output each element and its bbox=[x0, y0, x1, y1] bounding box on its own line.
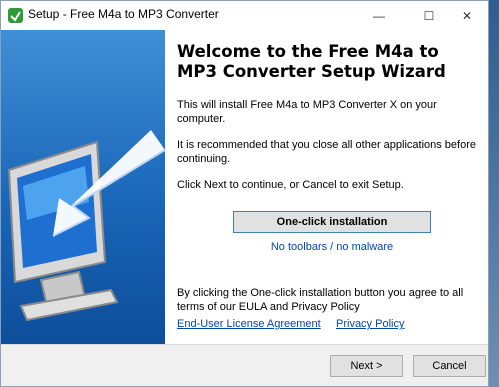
monitor-arrow-illustration bbox=[7, 130, 165, 322]
close-button[interactable]: ✕ bbox=[444, 1, 490, 30]
wizard-sidebar bbox=[1, 30, 165, 344]
one-click-install-button[interactable]: One-click installation bbox=[233, 211, 431, 233]
agreement-text: By clicking the One-click installation b… bbox=[177, 287, 464, 313]
setup-window: Setup - Free M4a to MP3 Converter — ☐ ✕ … bbox=[0, 0, 489, 387]
intro-text: This will install Free M4a to MP3 Conver… bbox=[177, 99, 437, 125]
wizard-footer: Next > Cancel bbox=[1, 344, 488, 386]
eula-link[interactable]: End-User License Agreement bbox=[177, 318, 321, 330]
window-title: Setup - Free M4a to MP3 Converter bbox=[28, 7, 219, 21]
instructions-text: Click Next to continue, or Cancel to exi… bbox=[177, 179, 404, 191]
installer-icon bbox=[8, 8, 23, 23]
privacy-policy-link[interactable]: Privacy Policy bbox=[336, 318, 404, 330]
minimize-button[interactable]: — bbox=[356, 1, 402, 30]
cancel-button[interactable]: Cancel bbox=[413, 355, 486, 377]
no-malware-link[interactable]: No toolbars / no malware bbox=[233, 241, 431, 253]
recommend-text: It is recommended that you close all oth… bbox=[177, 139, 476, 165]
wizard-content: Welcome to the Free M4a to MP3 Converter… bbox=[165, 30, 488, 344]
page-title: Welcome to the Free M4a to MP3 Converter… bbox=[177, 42, 446, 81]
next-button[interactable]: Next > bbox=[330, 355, 403, 377]
title-bar[interactable]: Setup - Free M4a to MP3 Converter — ☐ ✕ bbox=[1, 1, 488, 30]
